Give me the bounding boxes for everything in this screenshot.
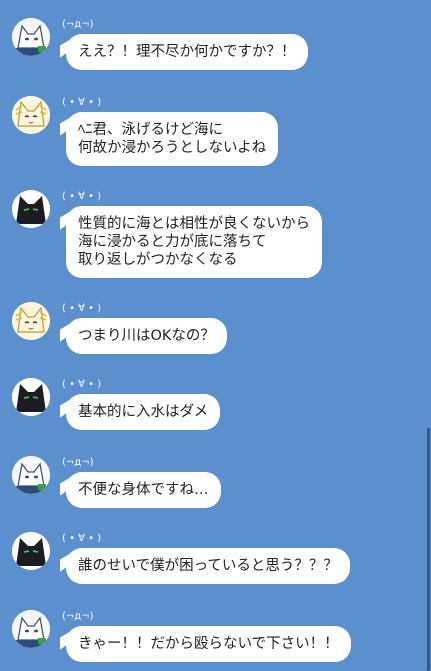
sender-name: (¬д¬) xyxy=(62,19,94,30)
black-cat-avatar[interactable] xyxy=(12,190,50,228)
sender-name: ( • ∀ • ) xyxy=(62,303,102,314)
message-bubble[interactable]: ええ？！理不尽か何かですか？！ xyxy=(66,34,308,70)
sender-name: ( • ∀ • ) xyxy=(62,97,102,108)
message-bubble[interactable]: 基本的に入水はダメ xyxy=(66,394,221,430)
message-bubble[interactable]: 誰のせいで僕が困っていると思う？？？ xyxy=(66,548,350,584)
sender-name: (¬д¬) xyxy=(62,457,94,468)
black-cat-avatar[interactable] xyxy=(12,532,50,570)
white-cat-avatar[interactable] xyxy=(12,18,50,56)
message-bubble[interactable]: 不便な身体ですね… xyxy=(66,472,221,508)
message-bubble[interactable]: ﾍﾆ君、泳げるけど海に 何故か浸かろうとしないよね xyxy=(66,112,279,166)
sender-name: ( • ∀ • ) xyxy=(62,191,102,202)
white-cat-avatar[interactable] xyxy=(12,456,50,494)
message-bubble[interactable]: 性質的に海とは相性が良くないから 海に浸かると力が底に落ちて 取り返しがつかなく… xyxy=(66,206,322,278)
sender-name: ( • ∀ • ) xyxy=(62,533,102,544)
sender-name: (¬д¬) xyxy=(62,611,94,622)
black-cat-avatar[interactable] xyxy=(12,378,50,416)
cream-cat-avatar[interactable] xyxy=(12,96,50,134)
message-bubble[interactable]: つまり川はOKなの？ xyxy=(66,318,227,354)
cream-cat-avatar[interactable] xyxy=(12,302,50,340)
message-bubble[interactable]: きゃー！！だから殴らないで下さい！！ xyxy=(66,626,351,662)
scrollbar[interactable] xyxy=(427,428,430,671)
white-cat-avatar[interactable] xyxy=(12,610,50,648)
chat-view[interactable]: (¬д¬) ええ？！理不尽か何かですか？！ ( • ∀ • ) ﾍﾆ君、泳げるけ… xyxy=(0,0,431,671)
sender-name: ( • ∀ • ) xyxy=(62,379,102,390)
